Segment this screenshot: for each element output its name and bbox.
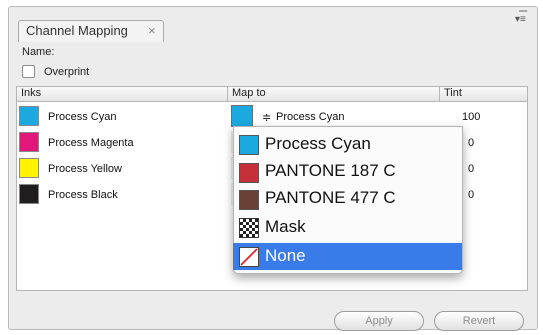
apply-button[interactable]: Apply xyxy=(334,311,424,331)
menu-item-label: Mask xyxy=(265,217,306,236)
ink-swatch xyxy=(19,106,39,126)
ink-name: Process Black xyxy=(48,189,118,201)
stepper-arrows-icon[interactable]: ≑ xyxy=(262,111,271,124)
map-to-value[interactable]: Process Cyan xyxy=(276,111,344,123)
ink-swatch xyxy=(19,184,39,204)
tint-value[interactable]: 0 xyxy=(468,189,474,201)
tint-value[interactable]: 100 xyxy=(462,111,480,123)
close-tab-icon[interactable]: × xyxy=(148,23,156,38)
menu-item-label: None xyxy=(265,246,306,265)
ink-name: Process Yellow xyxy=(48,163,122,175)
ink-name: Process Magenta xyxy=(48,137,134,149)
menu-item-label: PANTONE 187 C xyxy=(265,161,396,180)
checkerboard-icon xyxy=(239,218,259,238)
ink-swatch xyxy=(19,132,39,152)
none-slash-icon xyxy=(239,247,259,267)
name-label: Name: xyxy=(22,46,55,58)
tab-title: Channel Mapping xyxy=(26,23,128,38)
tint-value[interactable]: 0 xyxy=(468,163,474,175)
menu-item-label: PANTONE 477 C xyxy=(265,188,396,207)
revert-button[interactable]: Revert xyxy=(434,311,524,331)
ink-name: Process Cyan xyxy=(48,111,117,123)
ink-swatch xyxy=(19,158,39,178)
overprint-checkbox[interactable] xyxy=(22,65,35,78)
map-to-swatch-button[interactable] xyxy=(231,105,253,127)
column-header-tint[interactable]: Tint xyxy=(444,87,462,99)
column-header-map-to[interactable]: Map to xyxy=(232,87,266,99)
column-divider xyxy=(227,87,228,101)
overprint-label: Overprint xyxy=(44,66,90,78)
cyan-swatch-icon xyxy=(239,135,259,155)
tint-value[interactable]: 0 xyxy=(468,137,474,149)
column-header-inks[interactable]: Inks xyxy=(21,87,41,99)
panel-menu-icon[interactable]: ▾≡ xyxy=(515,15,526,25)
column-divider xyxy=(439,87,440,101)
menu-item-label: Process Cyan xyxy=(265,134,371,153)
pantone-477-swatch-icon xyxy=(239,190,259,210)
pantone-187-swatch-icon xyxy=(239,163,259,183)
